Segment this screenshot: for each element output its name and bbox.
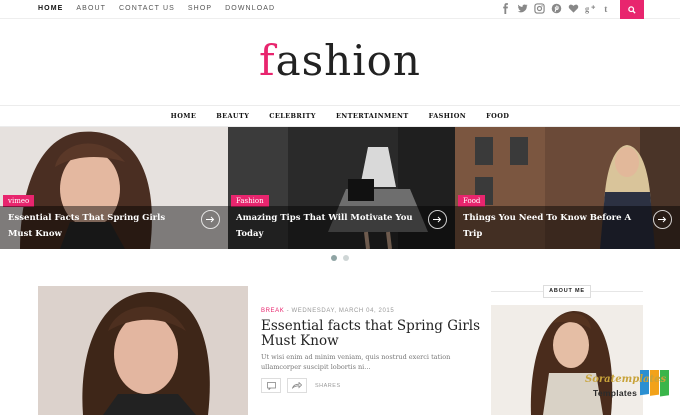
post-date: - WEDNESDAY, MARCH 04, 2015: [284, 308, 395, 314]
slide-2-title[interactable]: Amazing Tips That Will Motivate You Toda…: [236, 210, 416, 242]
slider-dot-1[interactable]: [331, 255, 337, 261]
nav-food[interactable]: FOOD: [486, 112, 509, 120]
comment-icon: [266, 381, 276, 390]
featured-slider: vimeo Essential Facts That Spring Girls …: [0, 127, 680, 249]
nav-celebrity[interactable]: CELEBRITY: [269, 112, 316, 120]
arrow-right-icon: [206, 216, 215, 223]
slide-2-arrow-button[interactable]: [428, 210, 447, 229]
slide-1-arrow-button[interactable]: [201, 210, 220, 229]
arrow-right-icon: [658, 216, 667, 223]
pinterest-icon[interactable]: [551, 3, 562, 14]
logo-rest: ashion: [275, 36, 421, 85]
watermark-text: Soratemplates: [585, 374, 667, 385]
tumblr-icon[interactable]: t: [602, 3, 613, 14]
slider-dots: [331, 255, 349, 261]
share-button[interactable]: [287, 378, 307, 393]
facebook-icon[interactable]: [500, 3, 511, 14]
top-nav-home[interactable]: HOME: [38, 5, 63, 12]
heart-icon[interactable]: [568, 3, 579, 14]
top-nav-about[interactable]: ABOUT: [76, 5, 106, 12]
post-thumbnail-image: [38, 286, 248, 415]
logo-first-letter: f: [259, 36, 276, 85]
top-nav-download[interactable]: DOWNLOAD: [225, 5, 275, 12]
about-me-heading: ABOUT ME: [543, 285, 591, 298]
nav-beauty[interactable]: BEAUTY: [216, 112, 249, 120]
social-icons: g t: [500, 3, 613, 14]
top-nav: HOME ABOUT CONTACT US SHOP DOWNLOAD: [38, 5, 275, 12]
search-icon: [628, 5, 636, 14]
svg-text:g: g: [585, 4, 590, 13]
post-actions: SHARES: [261, 378, 341, 393]
nav-entertainment[interactable]: ENTERTAINMENT: [336, 112, 409, 120]
slide-3[interactable]: Food Things You Need To Know Before A Tr…: [455, 127, 680, 249]
post-excerpt: Ut wisi enim ad minim veniam, quis nostr…: [261, 353, 451, 371]
shares-label: SHARES: [315, 382, 341, 389]
top-nav-shop[interactable]: SHOP: [188, 5, 212, 12]
google-plus-icon[interactable]: g: [585, 3, 596, 14]
slide-1-title[interactable]: Essential Facts That Spring Girls Must K…: [8, 210, 188, 242]
comment-button[interactable]: [261, 378, 281, 393]
top-bar: HOME ABOUT CONTACT US SHOP DOWNLOAD g t: [0, 0, 680, 19]
twitter-icon[interactable]: [517, 3, 528, 14]
top-nav-contact[interactable]: CONTACT US: [119, 5, 175, 12]
post-thumbnail[interactable]: [38, 286, 248, 415]
watermark-subtext: Templates: [593, 388, 638, 398]
site-logo[interactable]: fashion: [0, 36, 680, 85]
post-meta: BREAK - WEDNESDAY, MARCH 04, 2015: [261, 308, 394, 314]
slide-2[interactable]: Fashion Amazing Tips That Will Motivate …: [228, 127, 455, 249]
main-nav: HOME BEAUTY CELEBRITY ENTERTAINMENT FASH…: [0, 105, 680, 127]
svg-text:t: t: [604, 4, 608, 14]
arrow-right-icon: [433, 216, 442, 223]
nav-fashion[interactable]: FASHION: [429, 112, 467, 120]
post-category[interactable]: BREAK: [261, 308, 284, 314]
post-title[interactable]: Essential facts that Spring Girls Must K…: [261, 319, 486, 349]
share-icon: [292, 382, 302, 389]
slider-dot-2[interactable]: [343, 255, 349, 261]
instagram-icon[interactable]: [534, 3, 545, 14]
slide-1[interactable]: vimeo Essential Facts That Spring Girls …: [0, 127, 228, 249]
nav-home[interactable]: HOME: [171, 112, 197, 120]
slide-3-arrow-button[interactable]: [653, 210, 672, 229]
search-button[interactable]: [620, 0, 644, 19]
slide-3-title[interactable]: Things You Need To Know Before A Trip: [463, 210, 643, 242]
